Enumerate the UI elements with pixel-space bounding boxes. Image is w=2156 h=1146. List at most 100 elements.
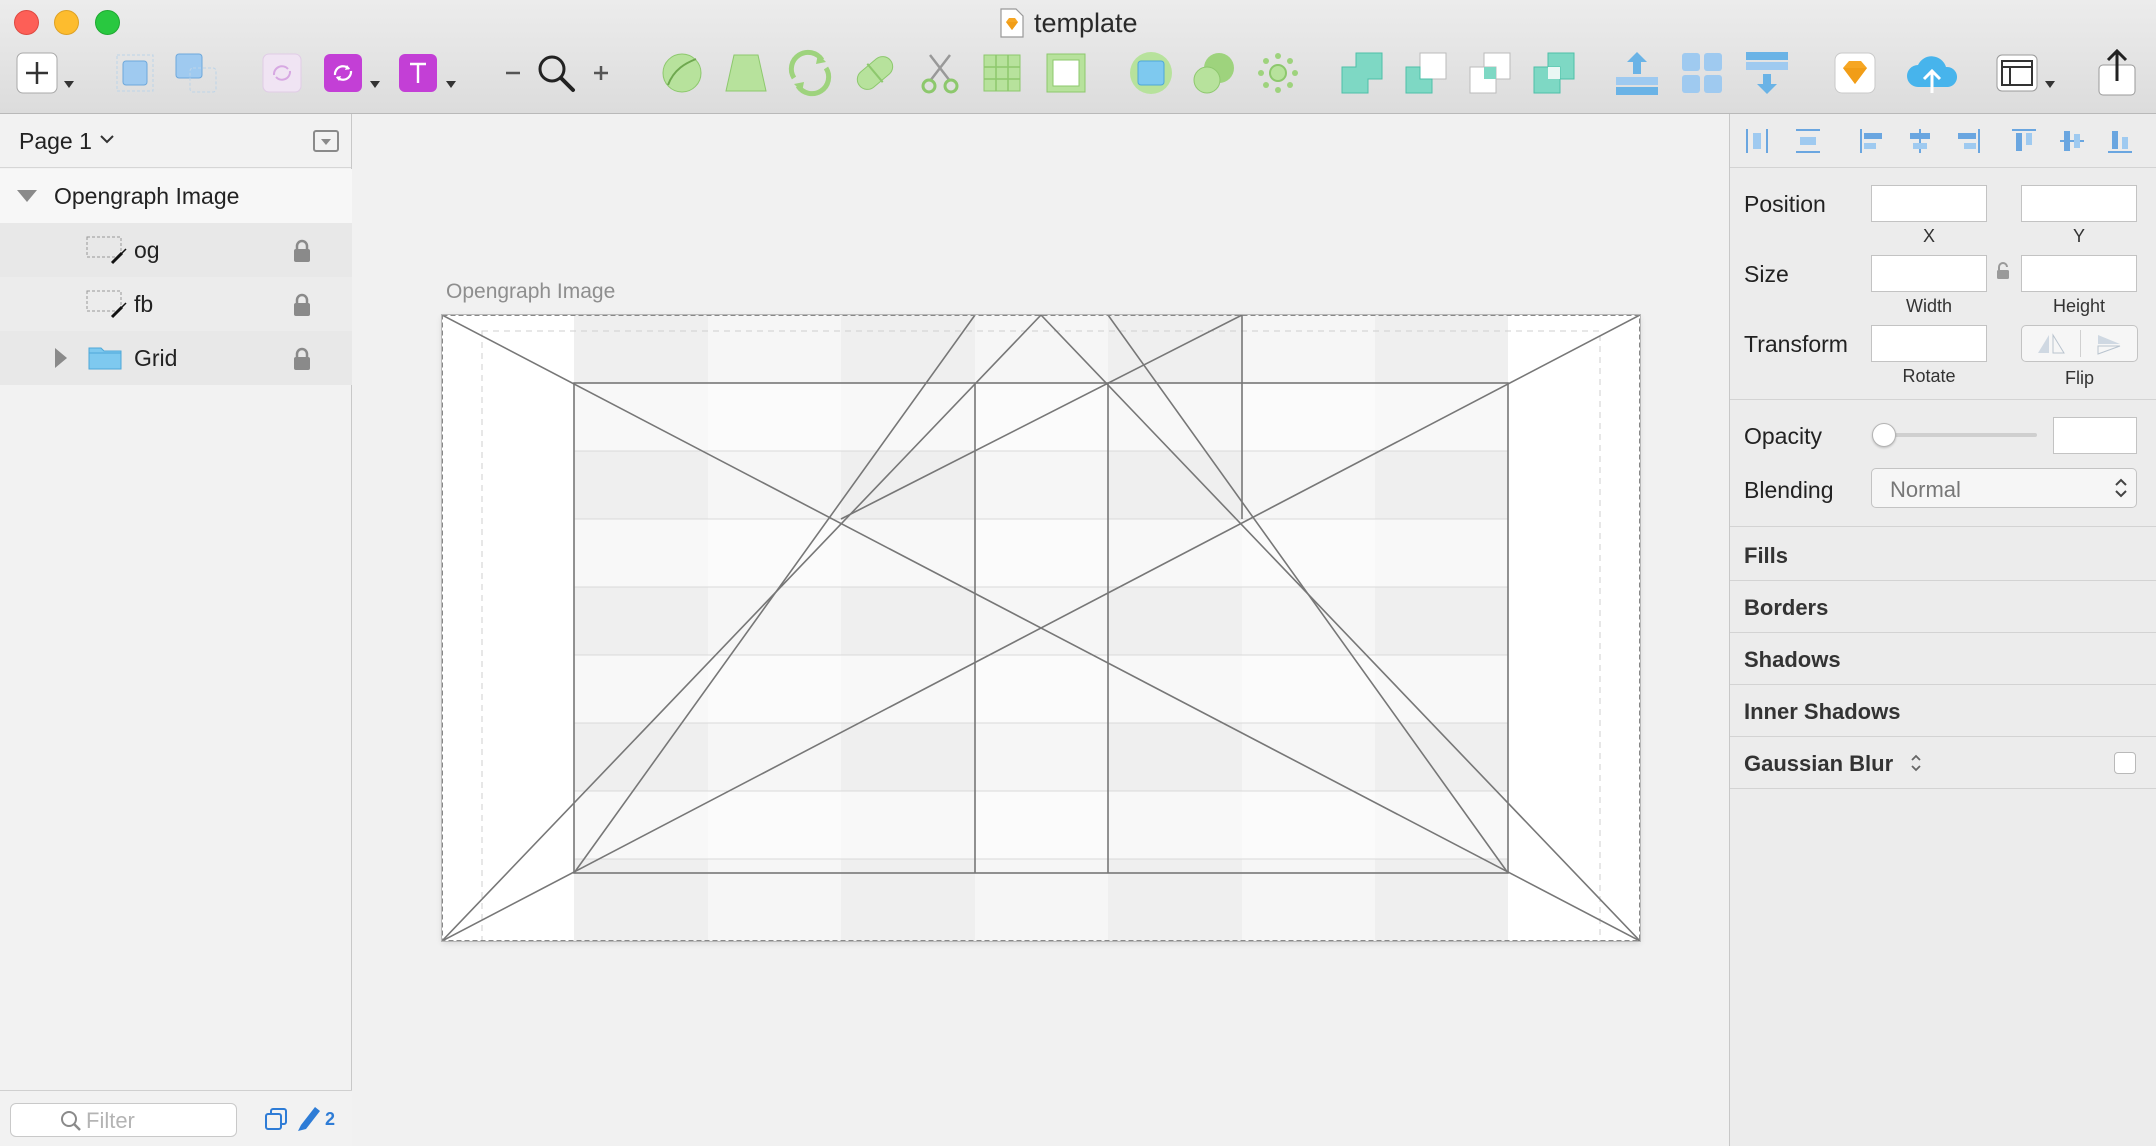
distribute-vertical-icon[interactable]	[1794, 127, 1822, 155]
toggle-pages-button[interactable]	[313, 130, 339, 152]
borders-section-header[interactable]: Borders	[1744, 595, 1828, 621]
opacity-slider-knob[interactable]	[1872, 423, 1896, 447]
stepper-icon	[2115, 478, 2127, 498]
slice-count-badge: 2	[325, 1109, 336, 1129]
forward-button[interactable]	[1614, 48, 1660, 98]
align-center-horizontal-icon[interactable]	[1906, 127, 1934, 155]
height-field[interactable]	[2021, 255, 2137, 292]
divider	[1730, 736, 2156, 737]
ungroup-button[interactable]	[172, 48, 220, 98]
subtract-button[interactable]	[1404, 48, 1448, 98]
align-middle-icon[interactable]	[2058, 127, 2086, 155]
zoom-out-button[interactable]	[502, 48, 524, 98]
backward-button[interactable]	[1744, 48, 1790, 98]
inspector-panel: Position X Y Size Width Height Transform…	[1729, 114, 2156, 1146]
position-x-field[interactable]	[1871, 185, 1987, 222]
flip-vertical-icon[interactable]	[2094, 333, 2124, 355]
blob-button[interactable]	[1192, 48, 1238, 98]
layer-row-og[interactable]: og	[0, 223, 352, 277]
inner-shadows-section-header[interactable]: Inner Shadows	[1744, 699, 1900, 725]
create-symbol-button[interactable]	[262, 48, 302, 98]
smart-layout-button[interactable]	[1256, 48, 1300, 98]
opacity-label: Opacity	[1744, 423, 1822, 449]
insert-button[interactable]	[16, 48, 58, 98]
scissors-button[interactable]	[918, 48, 962, 98]
page-selector[interactable]: Page 1	[0, 114, 351, 168]
mask-button[interactable]	[1044, 48, 1088, 98]
size-label: Size	[1744, 261, 1789, 287]
blur-type-stepper-icon[interactable]	[1910, 753, 1922, 773]
blending-select[interactable]: Normal	[1871, 468, 2137, 508]
grid-overlay	[442, 315, 1640, 941]
unlock-ratio-icon[interactable]	[1996, 262, 2010, 280]
fills-section-header[interactable]: Fills	[1744, 543, 1788, 569]
disclosure-closed-icon[interactable]	[54, 347, 68, 369]
layer-row-artboard[interactable]: Opengraph Image	[0, 169, 352, 223]
difference-button[interactable]	[1532, 48, 1576, 98]
artboard-title[interactable]: Opengraph Image	[446, 280, 615, 304]
plus-icon	[16, 52, 58, 94]
view-button[interactable]	[1996, 48, 2038, 98]
lock-icon[interactable]	[292, 239, 312, 263]
view-dropdown-caret[interactable]	[2045, 81, 2055, 88]
width-field[interactable]	[1871, 255, 1987, 292]
distribute-button[interactable]	[1680, 48, 1724, 98]
union-button[interactable]	[1340, 48, 1384, 98]
export-button[interactable]	[2096, 48, 2138, 98]
rotate-field[interactable]	[1871, 325, 1987, 362]
mirror-button[interactable]	[1834, 48, 1876, 98]
symbols-filter-icon[interactable]	[264, 1107, 288, 1131]
blending-value: Normal	[1890, 477, 1961, 502]
close-window-button[interactable]	[14, 10, 39, 35]
flip-control	[2021, 325, 2138, 362]
rotate-label: Rotate	[1902, 366, 1956, 386]
rotate-button[interactable]	[784, 48, 836, 98]
position-y-field[interactable]	[2021, 185, 2137, 222]
plus-small-icon	[594, 66, 608, 80]
canvas[interactable]: Opengraph Image	[352, 114, 1729, 1146]
make-grid-button[interactable]	[982, 48, 1022, 98]
folder-icon	[88, 347, 122, 370]
insert-dropdown-caret[interactable]	[64, 81, 74, 88]
align-right-icon[interactable]	[1954, 127, 1982, 155]
flatten-button[interactable]	[852, 48, 898, 98]
layout-icon	[1996, 54, 2038, 92]
distribute-horizontal-icon[interactable]	[1744, 127, 1770, 155]
minimize-window-button[interactable]	[54, 10, 79, 35]
ungroup-icon	[175, 53, 217, 93]
zoom-in-button[interactable]	[590, 48, 612, 98]
symbol-override-button[interactable]	[323, 48, 363, 98]
layer-row-grid[interactable]: Grid	[0, 331, 352, 385]
zoom-window-button[interactable]	[95, 10, 120, 35]
align-bottom-icon[interactable]	[2106, 127, 2134, 155]
window-toolbar: template	[0, 0, 2156, 114]
transform-button[interactable]	[724, 48, 768, 98]
align-left-icon[interactable]	[1858, 127, 1886, 155]
bring-forward-icon	[1616, 52, 1658, 95]
symbol-dropdown-caret[interactable]	[370, 81, 380, 88]
scale-button[interactable]	[1128, 48, 1174, 98]
align-top-icon[interactable]	[2010, 127, 2038, 155]
slices-filter-icon[interactable]	[296, 1105, 322, 1133]
artboard-opengraph-image[interactable]	[442, 315, 1640, 941]
intersect-button[interactable]	[1468, 48, 1512, 98]
edit-button[interactable]	[660, 48, 704, 98]
lock-icon[interactable]	[292, 347, 312, 371]
text-style-dropdown-caret[interactable]	[446, 81, 456, 88]
zoom-button[interactable]	[534, 48, 578, 98]
search-icon	[61, 1111, 81, 1131]
layers-panel: Page 1 Opengraph Image og fb Grid Filter…	[0, 114, 352, 1146]
layer-row-fb[interactable]: fb	[0, 277, 352, 331]
group-button[interactable]	[114, 48, 156, 98]
cloud-button[interactable]	[1904, 48, 1960, 98]
opacity-field[interactable]	[2053, 417, 2137, 454]
opacity-slider-track[interactable]	[1877, 433, 2037, 437]
text-style-button[interactable]	[398, 48, 438, 98]
shadows-section-header[interactable]: Shadows	[1744, 647, 1841, 673]
symbol-icon	[324, 54, 362, 92]
lock-icon[interactable]	[292, 293, 312, 317]
gaussian-blur-checkbox[interactable]	[2114, 752, 2136, 774]
disclosure-open-icon[interactable]	[16, 189, 38, 203]
flip-horizontal-icon[interactable]	[2036, 333, 2066, 355]
gaussian-blur-section-header[interactable]: Gaussian Blur	[1744, 751, 1893, 777]
